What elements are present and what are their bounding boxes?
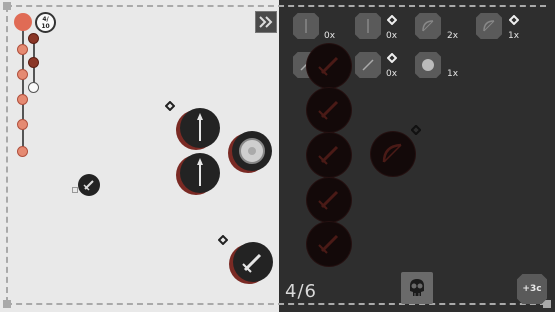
inventory-count: 0x (386, 31, 398, 41)
move-hint-icon (72, 187, 78, 193)
inventory-count: 0x (324, 31, 336, 41)
progress-node-current (14, 13, 32, 31)
inventory-count: 1x (447, 69, 459, 79)
inventory-count: 0x (386, 69, 398, 79)
enemy-sword[interactable] (307, 44, 351, 88)
bow-icon (382, 143, 402, 163)
upgrade-chevron-icon (509, 15, 519, 25)
sword-icon (83, 180, 94, 191)
spear-token[interactable] (180, 153, 220, 193)
upgrade-chevron-icon (165, 101, 175, 111)
upgrade-chevron-icon (387, 53, 397, 63)
spear-token[interactable] (180, 108, 220, 148)
sword-icon (318, 234, 339, 254)
board-border-top (6, 5, 546, 7)
inventory-slot-shield[interactable] (415, 52, 441, 78)
progress-node (17, 119, 28, 130)
sword-icon (318, 145, 339, 165)
sword-token-small[interactable] (78, 174, 100, 196)
enemy-bow[interactable] (371, 132, 415, 176)
sword-icon (318, 100, 339, 120)
turn-counter: 4/6 (285, 281, 317, 302)
progress-node (17, 94, 28, 105)
sword-icon (318, 190, 339, 210)
bow-icon (483, 20, 495, 32)
shield-icon (239, 138, 265, 164)
level-counter: 4/10 (35, 12, 56, 33)
spear-icon (367, 19, 369, 33)
upgrade-chevron-icon (387, 15, 397, 25)
progress-node (17, 44, 28, 55)
board-border-left (6, 6, 8, 303)
inventory-slot-bow[interactable] (415, 13, 441, 39)
enemy-sword[interactable] (307, 88, 351, 132)
inventory-slot-sword[interactable] (355, 52, 381, 78)
spear-icon (197, 113, 203, 141)
skull-icon (410, 279, 424, 296)
progress-node (28, 57, 39, 68)
fast-forward-button[interactable] (255, 11, 277, 33)
sword-token[interactable] (233, 242, 273, 282)
bow-icon (422, 20, 434, 32)
progress-node (17, 146, 28, 157)
enemy-sword[interactable] (307, 222, 351, 266)
progress-node (28, 82, 39, 93)
inventory-slot-spear[interactable] (293, 13, 319, 39)
board-corner (3, 300, 11, 308)
double-chevron-right-icon (259, 16, 273, 28)
inventory-slot-spear[interactable] (355, 13, 381, 39)
shield-token[interactable] (232, 131, 272, 171)
sword-icon (362, 59, 374, 71)
sword-icon (318, 56, 339, 76)
spear-icon (305, 19, 307, 33)
sword-icon (242, 253, 262, 273)
inventory-slot-bow[interactable] (476, 13, 502, 39)
skull-button[interactable] (401, 272, 433, 304)
board-border-bottom (6, 303, 546, 305)
enemy-sword[interactable] (307, 178, 351, 222)
spear-icon (197, 158, 203, 186)
enemy-sword[interactable] (307, 133, 351, 177)
progress-node (28, 33, 39, 44)
upgrade-chevron-icon (218, 235, 228, 245)
inventory-count: 1x (508, 31, 520, 41)
coins-button[interactable]: +3c (517, 274, 547, 304)
shield-icon (422, 59, 434, 71)
progress-node (17, 69, 28, 80)
board-corner (3, 2, 11, 10)
inventory-count: 2x (447, 31, 459, 41)
